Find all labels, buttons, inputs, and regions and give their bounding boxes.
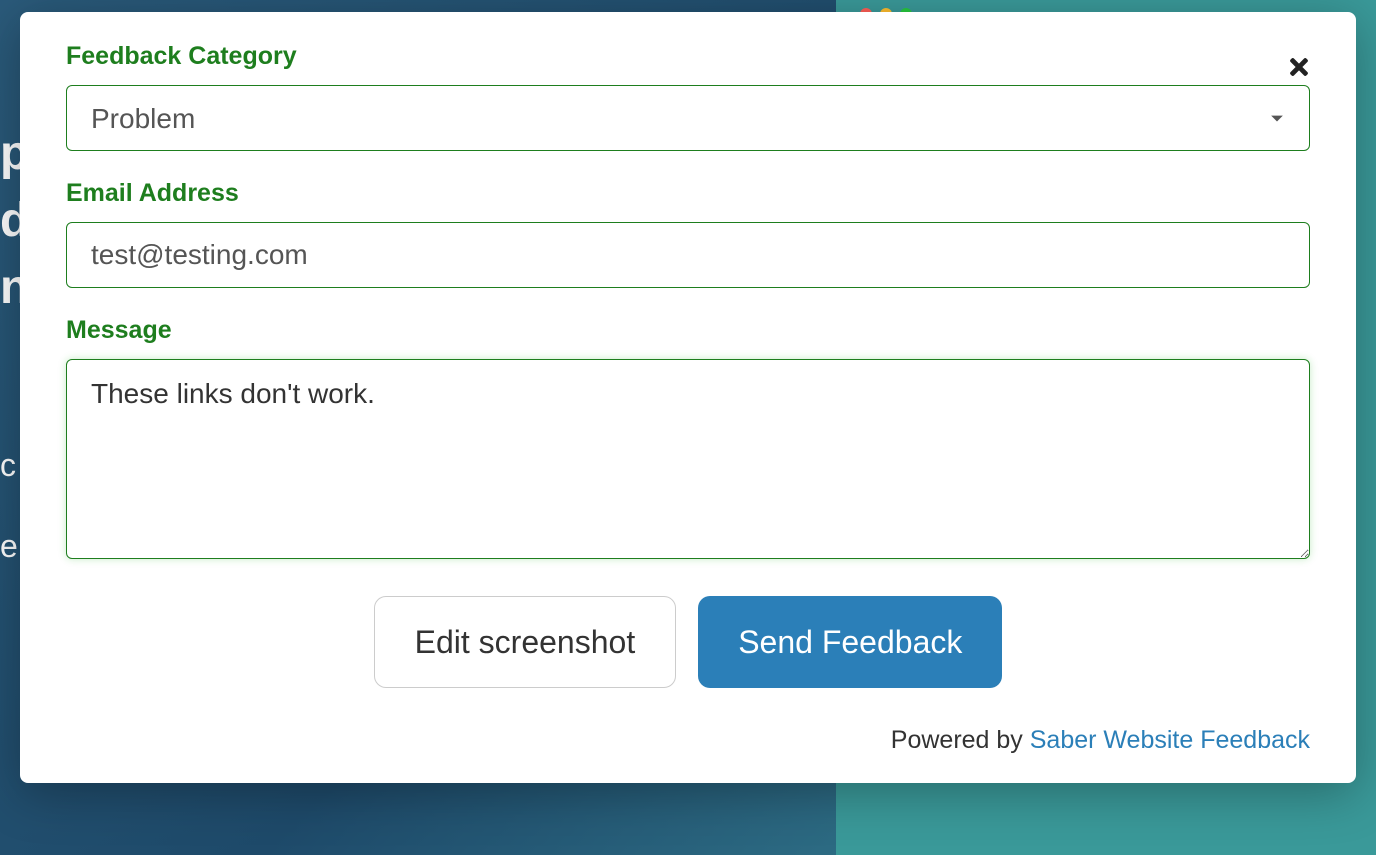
send-feedback-button[interactable]: Send Feedback xyxy=(698,596,1002,688)
feedback-modal: Feedback Category Problem Email Address … xyxy=(20,12,1356,783)
category-select[interactable]: Problem xyxy=(66,85,1310,151)
edit-screenshot-button[interactable]: Edit screenshot xyxy=(374,596,677,688)
message-field-group: Message xyxy=(66,316,1310,564)
close-icon xyxy=(1286,54,1312,80)
modal-footer: Powered by Saber Website Feedback xyxy=(66,726,1310,755)
email-label: Email Address xyxy=(66,179,1310,208)
message-label: Message xyxy=(66,316,1310,345)
button-row: Edit screenshot Send Feedback xyxy=(66,596,1310,688)
powered-by-text: Powered by xyxy=(891,726,1030,754)
close-button[interactable] xyxy=(1286,54,1314,82)
category-field-group: Feedback Category Problem xyxy=(66,42,1310,151)
saber-feedback-link[interactable]: Saber Website Feedback xyxy=(1030,726,1310,754)
category-label: Feedback Category xyxy=(66,42,1310,71)
message-textarea[interactable] xyxy=(66,359,1310,559)
email-input[interactable] xyxy=(66,222,1310,288)
background-text-fragment-small: c e xyxy=(0,440,18,572)
email-field-group: Email Address xyxy=(66,179,1310,288)
